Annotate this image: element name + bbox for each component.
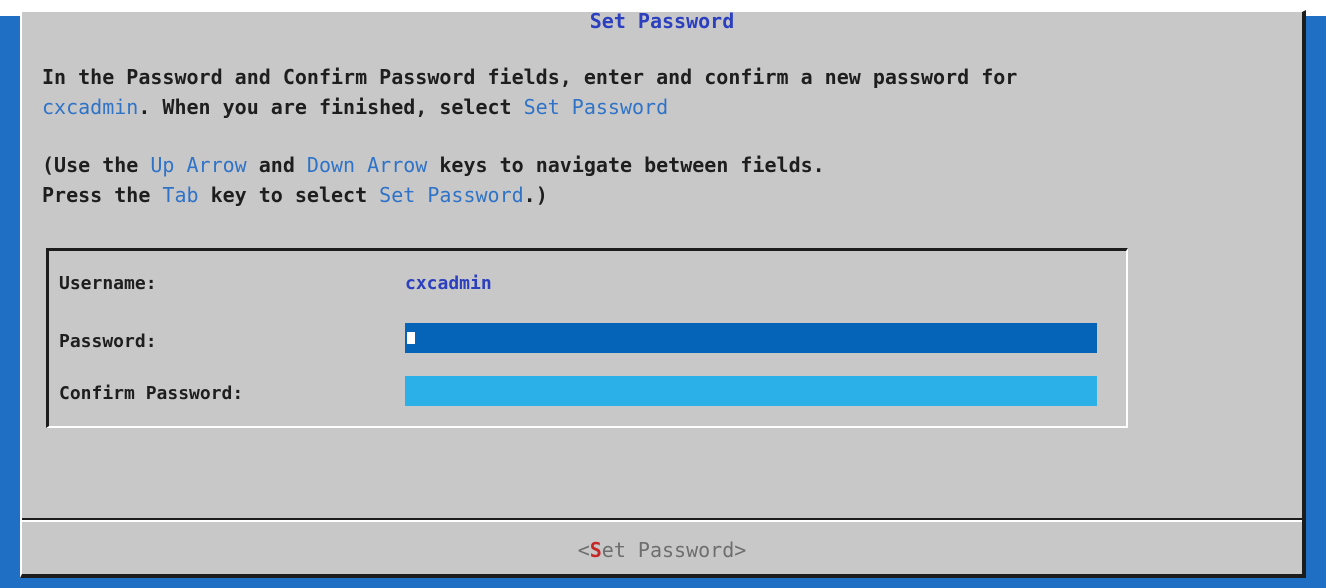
- intro-text-1: In the Password and Confirm Password fie…: [42, 65, 1018, 89]
- password-field[interactable]: [405, 323, 1097, 353]
- button-row: <Set Password>: [22, 538, 1302, 562]
- help-line-1: (Use the Up Arrow and Down Arrow keys to…: [42, 150, 825, 180]
- set-password-button[interactable]: <Set Password>: [578, 538, 747, 562]
- help-closing: .): [523, 183, 548, 207]
- dialog-title: Set Password: [22, 11, 1302, 31]
- intro-action: Set Password: [523, 95, 669, 119]
- password-label: Password:: [59, 331, 157, 352]
- intro-text-2: . When you are finished, select: [138, 95, 524, 119]
- intro-line-1: In the Password and Confirm Password fie…: [42, 62, 1017, 92]
- button-hotkey: S: [589, 538, 602, 562]
- help-line-2: Press the Tab key to select Set Password…: [42, 180, 548, 210]
- confirm-password-field[interactable]: [405, 376, 1097, 406]
- credentials-form: Username: cxcadmin Password: Confirm Pas…: [46, 248, 1128, 428]
- intro-line-2: cxcadmin. When you are finished, select …: [42, 92, 668, 122]
- help-key-to-select: key to select: [198, 183, 380, 207]
- help-navigate: keys to navigate between fields.: [427, 153, 825, 177]
- help-press-the: Press the: [42, 183, 163, 207]
- help-up-arrow: Up Arrow: [150, 153, 247, 177]
- help-tab-key: Tab: [162, 183, 199, 207]
- button-label-rest: et Password: [601, 538, 735, 562]
- button-divider: [22, 518, 1302, 522]
- confirm-password-label: Confirm Password:: [59, 383, 244, 404]
- help-use-the: (Use the: [42, 153, 151, 177]
- text-cursor: [407, 332, 415, 344]
- button-open-bracket: <: [577, 538, 590, 562]
- button-close-bracket: >: [734, 538, 747, 562]
- help-down-arrow: Down Arrow: [306, 153, 428, 177]
- dialog-title-text: Set Password: [585, 11, 739, 31]
- set-password-dialog: Set Password In the Password and Confirm…: [20, 10, 1306, 578]
- intro-username: cxcadmin: [42, 95, 139, 119]
- username-label: Username:: [59, 273, 157, 294]
- help-set-password: Set Password: [379, 183, 524, 207]
- help-and: and: [246, 153, 307, 177]
- username-value: cxcadmin: [405, 273, 492, 294]
